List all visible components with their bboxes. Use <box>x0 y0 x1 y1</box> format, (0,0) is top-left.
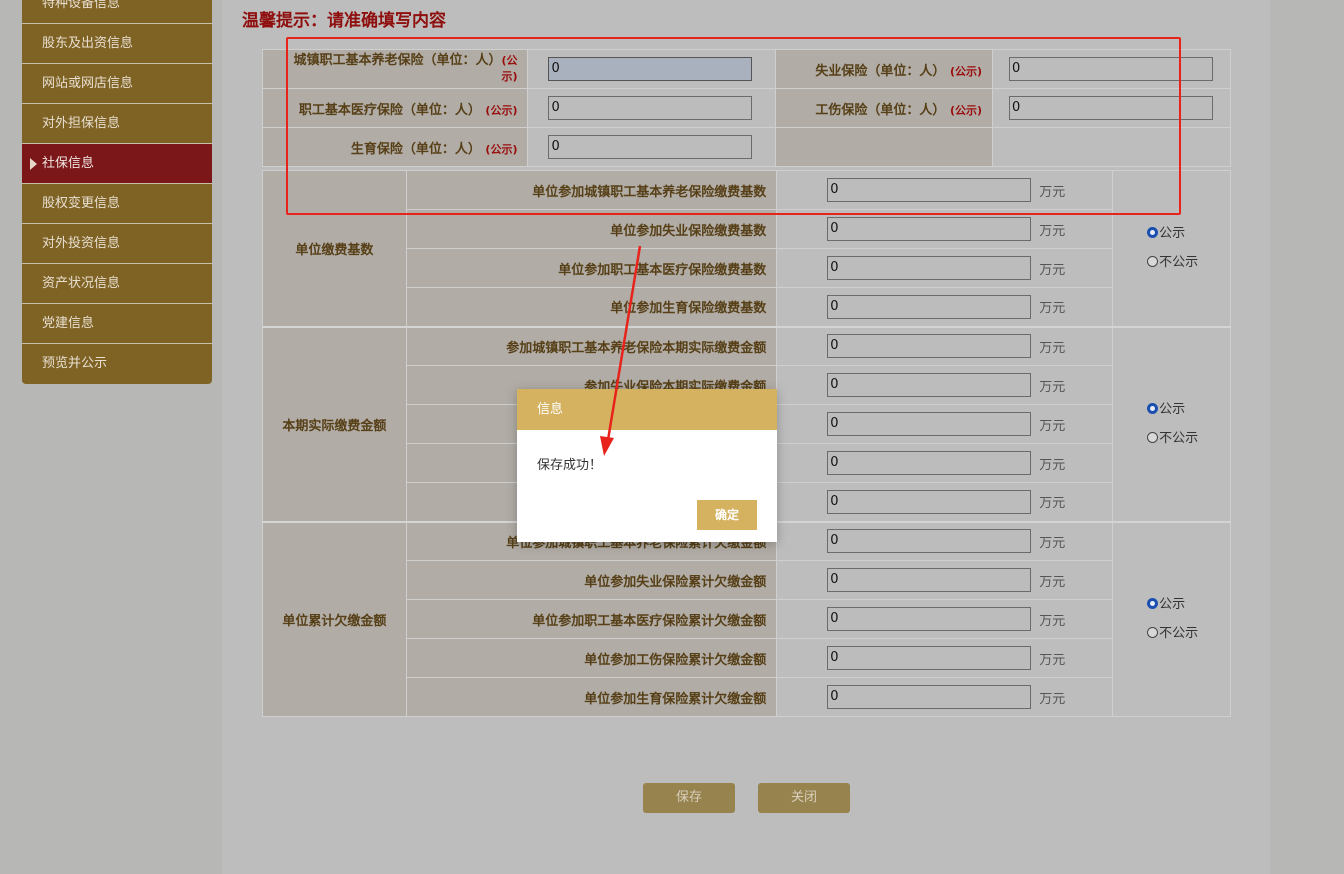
annotation-arrow-icon <box>600 245 642 456</box>
